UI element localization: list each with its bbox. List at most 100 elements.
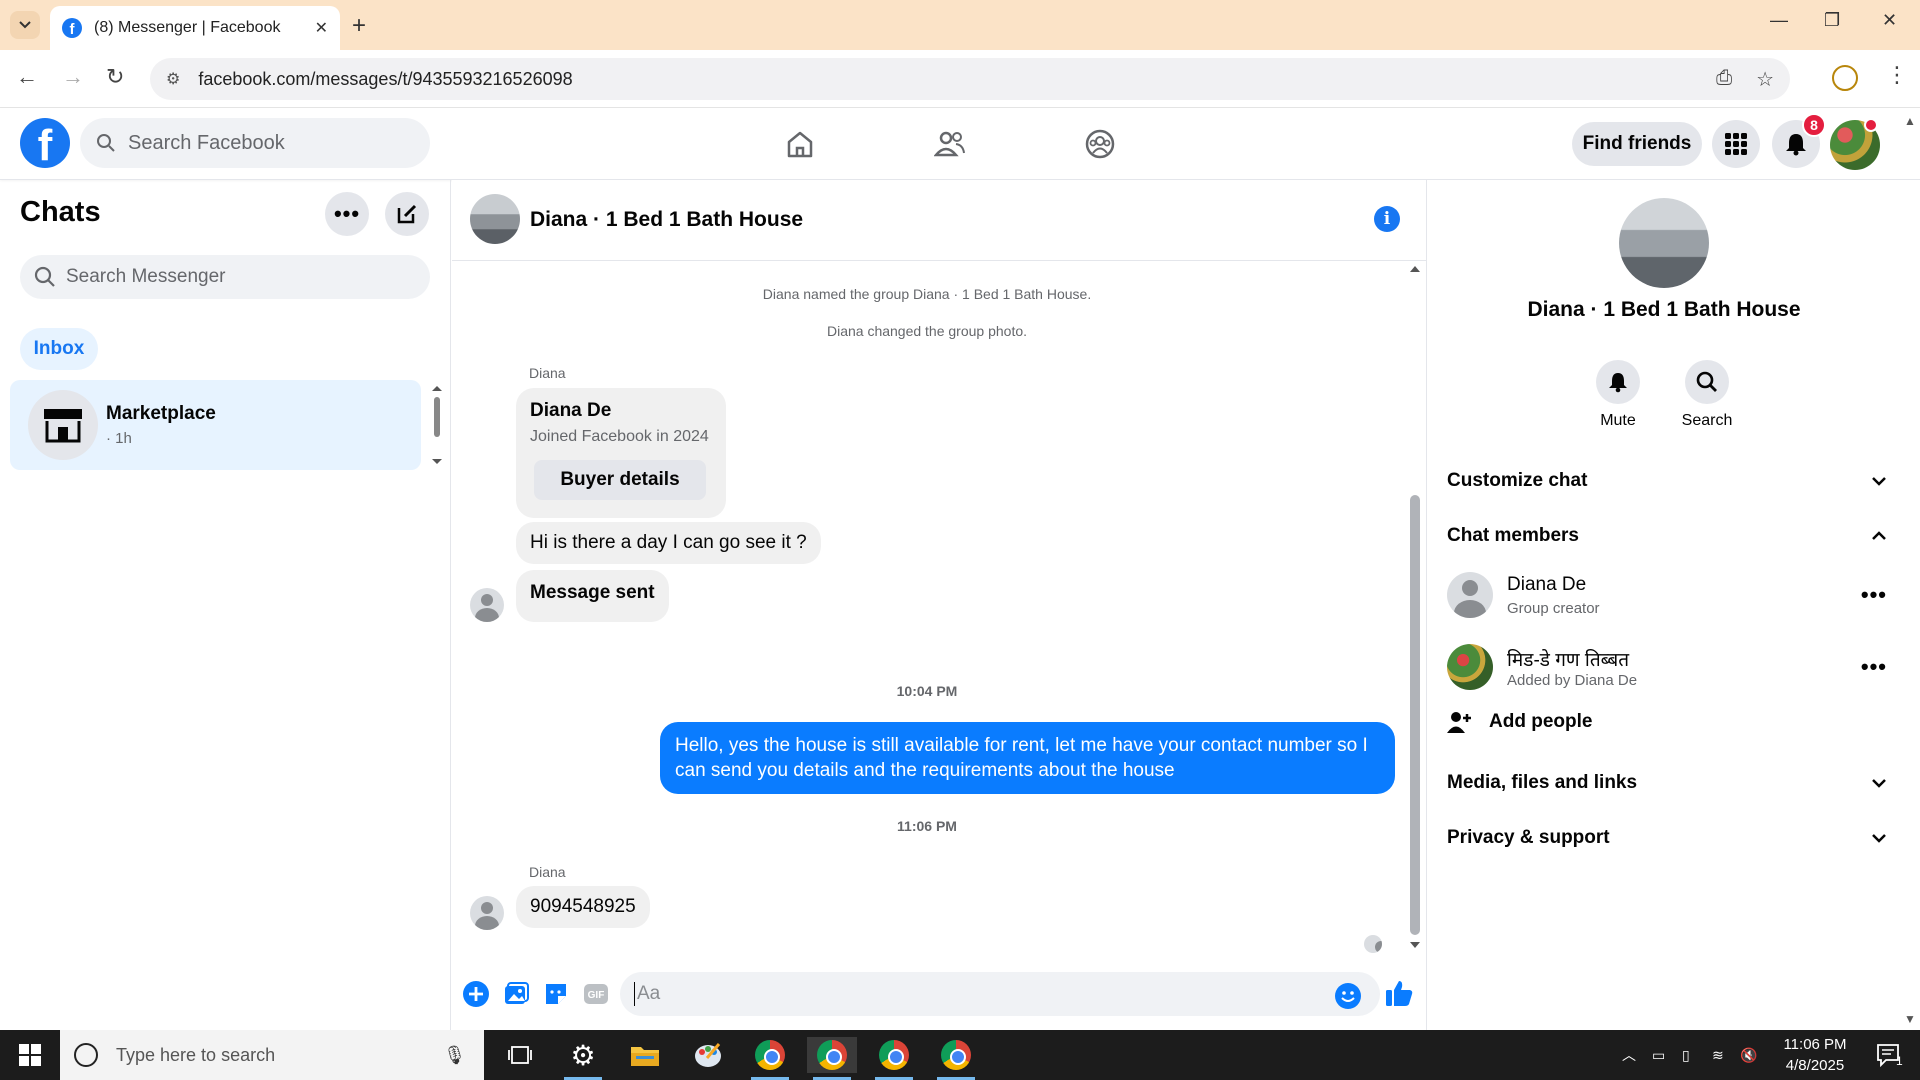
member-name: Diana De: [1507, 574, 1587, 595]
address-bar[interactable]: ⚙ facebook.com/messages/t/94355932165260…: [150, 58, 1790, 100]
taskbar-file-explorer[interactable]: [620, 1037, 670, 1073]
start-button[interactable]: [0, 1030, 60, 1080]
facebook-search-input[interactable]: Search Facebook: [80, 118, 430, 168]
action-center-button[interactable]: 1: [1876, 1030, 1903, 1080]
chats-options-button[interactable]: •••: [325, 192, 369, 236]
taskbar-chrome-4[interactable]: [931, 1037, 981, 1080]
reload-button[interactable]: ↻: [106, 64, 124, 90]
group-avatar[interactable]: [470, 194, 520, 244]
member-options-icon[interactable]: •••: [1861, 582, 1887, 608]
page-scroll-up-arrow[interactable]: ▲: [1904, 114, 1916, 128]
minimize-button[interactable]: —: [1770, 10, 1788, 31]
find-friends-button[interactable]: Find friends: [1572, 122, 1702, 166]
conversation-info-icon[interactable]: i: [1374, 206, 1400, 232]
install-app-icon[interactable]: ⎙: [1716, 67, 1732, 92]
message-bubble[interactable]: 9094548925: [516, 886, 650, 928]
restore-button[interactable]: ❐: [1824, 10, 1840, 31]
sender-avatar[interactable]: [470, 896, 504, 930]
sticker-icon: [546, 984, 566, 1004]
wifi-icon[interactable]: ≋: [1712, 1030, 1724, 1080]
inbox-tab[interactable]: Inbox: [20, 328, 98, 370]
like-button[interactable]: [1384, 978, 1413, 1006]
taskbar-settings[interactable]: ⚙: [558, 1037, 608, 1080]
mute-button[interactable]: [1596, 360, 1640, 404]
chat-list-item[interactable]: Marketplace · 1h: [10, 380, 421, 470]
member-options-icon[interactable]: •••: [1861, 654, 1887, 680]
volume-muted-icon[interactable]: 🔇: [1740, 1030, 1757, 1080]
page-scroll-down-arrow[interactable]: ▼: [1904, 1012, 1916, 1026]
show-hidden-icons-button[interactable]: ︿: [1622, 1030, 1636, 1080]
search-label: Search: [1681, 412, 1733, 429]
group-photo[interactable]: [1619, 198, 1709, 288]
groups-nav-button[interactable]: [1078, 122, 1122, 166]
chat-members-section[interactable]: Chat members: [1447, 525, 1887, 547]
site-settings-icon[interactable]: ⚙: [166, 69, 180, 89]
customize-chat-section[interactable]: Customize chat: [1447, 470, 1887, 492]
buyer-details-button[interactable]: Buyer details: [534, 460, 706, 500]
chat-list-scrollbar[interactable]: [430, 385, 444, 465]
taskbar-chrome-3[interactable]: [869, 1037, 919, 1080]
sender-avatar[interactable]: [470, 588, 504, 622]
message-bubble[interactable]: Message sent: [516, 570, 669, 622]
chats-title: Chats: [20, 196, 101, 228]
browser-profile-icon[interactable]: [1832, 65, 1858, 91]
svg-text:GIF: GIF: [588, 990, 605, 1001]
attach-photo-button[interactable]: [502, 980, 530, 1008]
microphone-icon[interactable]: 🎙: [443, 1045, 466, 1066]
privacy-support-section[interactable]: Privacy & support: [1447, 827, 1887, 849]
media-files-section[interactable]: Media, files and links: [1447, 772, 1887, 794]
new-message-button[interactable]: [385, 192, 429, 236]
gif-button[interactable]: GIF: [582, 980, 610, 1008]
facebook-search-placeholder: Search Facebook: [128, 131, 285, 154]
chevron-up-icon: ︿: [1622, 1047, 1636, 1063]
mute-action[interactable]: Mute: [1578, 360, 1658, 430]
media-files-label: Media, files and links: [1447, 772, 1638, 793]
taskbar-search-input[interactable]: Type here to search 🎙: [60, 1030, 484, 1080]
battery-icon[interactable]: ▯: [1682, 1030, 1690, 1080]
taskbar-chrome-1[interactable]: [745, 1037, 795, 1080]
browser-toolbar: ← → ↻ ⚙ facebook.com/messages/t/94355932…: [0, 50, 1920, 108]
menu-button[interactable]: [1712, 120, 1760, 168]
sent-message-bubble[interactable]: Hello, yes the house is still available …: [660, 722, 1395, 794]
member-row[interactable]: Diana De Group creator •••: [1447, 572, 1887, 622]
message-input-placeholder: Aa: [637, 983, 661, 1004]
paint-palette-icon: [695, 1043, 721, 1067]
search-action[interactable]: Search: [1667, 360, 1747, 430]
add-people-button[interactable]: Add people: [1447, 710, 1592, 734]
emoji-button[interactable]: [1334, 982, 1362, 1010]
search-in-conversation-button[interactable]: [1685, 360, 1729, 404]
bookmark-star-icon[interactable]: ☆: [1756, 67, 1774, 92]
task-view-button[interactable]: [495, 1037, 545, 1073]
url-text: facebook.com/messages/t/9435593216526098: [198, 68, 573, 89]
tab-search-dropdown[interactable]: [10, 11, 40, 39]
new-tab-button[interactable]: +: [352, 12, 366, 40]
browser-menu-icon[interactable]: ⋮: [1886, 62, 1908, 88]
chat-name: Marketplace: [106, 403, 216, 424]
conversation-title[interactable]: Diana · 1 Bed 1 Bath House: [530, 208, 803, 232]
home-nav-button[interactable]: [778, 122, 822, 166]
member-row[interactable]: मिड-डे गण तिब्बत Added by Diana De •••: [1447, 644, 1887, 694]
back-button[interactable]: ←: [16, 64, 38, 90]
taskbar-clock[interactable]: 11:06 PM 4/8/2025: [1760, 1034, 1870, 1076]
mute-label: Mute: [1600, 412, 1636, 429]
windows-logo-icon: [19, 1044, 41, 1066]
messenger-search-input[interactable]: Search Messenger: [20, 255, 430, 299]
conversation-scroll-thumb[interactable]: [1410, 495, 1420, 935]
friends-nav-button[interactable]: [928, 122, 972, 166]
settings-gear-icon: ⚙: [570, 1039, 596, 1071]
forward-button[interactable]: →: [62, 64, 84, 90]
taskbar-chrome-2[interactable]: [807, 1037, 857, 1080]
more-actions-button[interactable]: [462, 980, 490, 1008]
close-window-button[interactable]: ✕: [1882, 10, 1897, 31]
sticker-button[interactable]: [542, 980, 570, 1008]
message-input[interactable]: Aa: [620, 972, 1380, 1016]
taskbar-paint-app[interactable]: [683, 1037, 733, 1073]
tray-network-device-icon[interactable]: ▭: [1652, 1030, 1665, 1080]
tab-close-icon[interactable]: ✕: [315, 18, 328, 38]
message-bubble[interactable]: Hi is there a day I can go see it ?: [516, 522, 821, 564]
add-person-icon: [1447, 712, 1471, 733]
member-avatar: [1447, 644, 1493, 690]
browser-tab-messenger[interactable]: f (8) Messenger | Facebook ✕: [50, 6, 340, 50]
facebook-logo-icon[interactable]: f: [20, 118, 70, 168]
privacy-support-label: Privacy & support: [1447, 827, 1610, 848]
